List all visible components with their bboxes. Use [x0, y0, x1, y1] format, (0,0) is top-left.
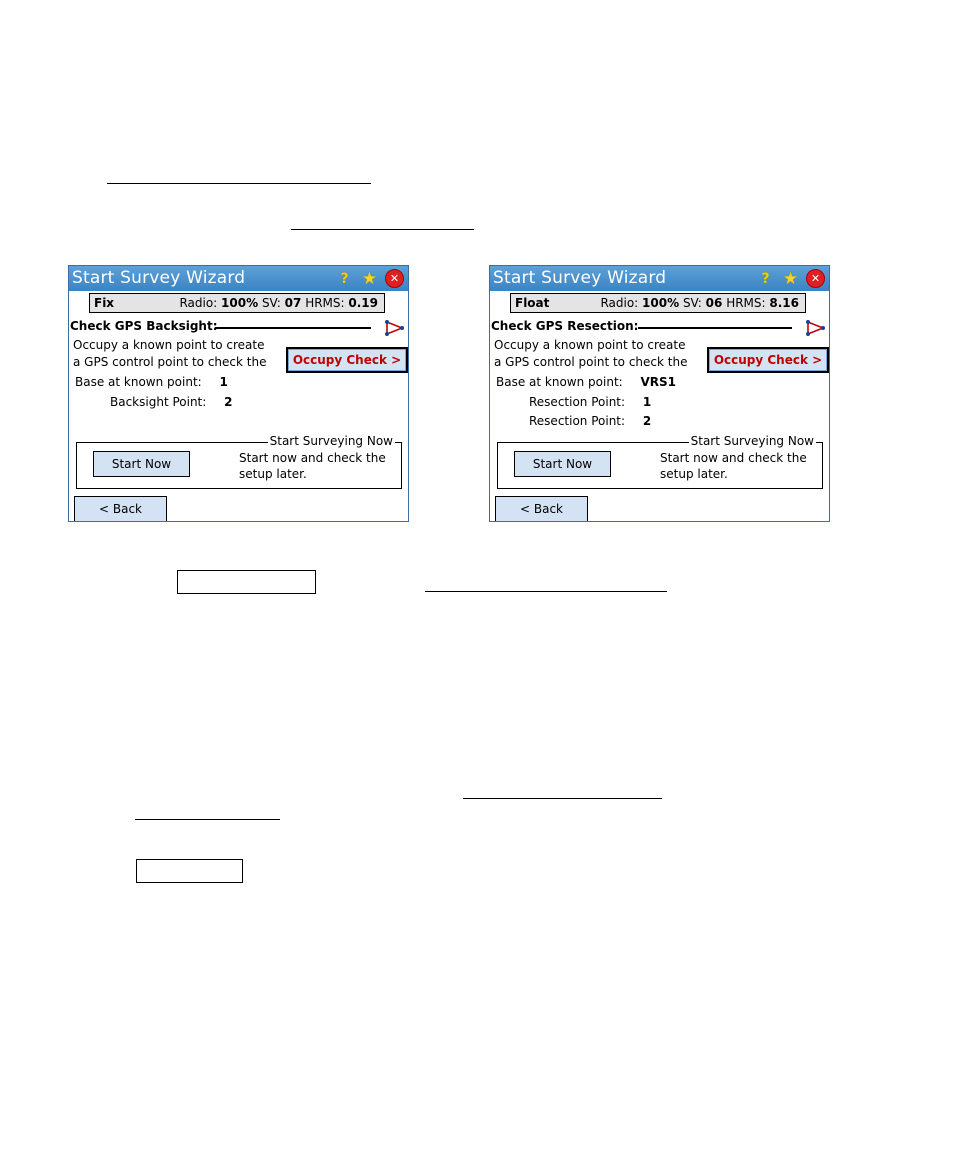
survey-icon [806, 320, 826, 336]
group-description: Start now and check the setup later. [660, 451, 807, 481]
redacted-box [177, 570, 316, 594]
title-bar: Start Survey Wizard ? ★ ✕ [490, 266, 829, 291]
redacted-line [291, 229, 474, 230]
back-button[interactable]: < Back [74, 496, 167, 521]
status-values: Radio: 100% SV: 06 HRMS: 8.16 [600, 296, 799, 310]
title-bar: Start Survey Wizard ? ★ ✕ [69, 266, 408, 291]
section-heading: Check GPS Backsight: [70, 319, 218, 333]
star-icon[interactable]: ★ [360, 269, 379, 289]
fix-status: Float [515, 296, 550, 310]
redacted-line [135, 819, 280, 820]
group-title: Start Surveying Now [267, 434, 395, 448]
redacted-line [463, 798, 662, 799]
start-survey-wizard-resection: Start Survey Wizard ? ★ ✕ Float Radio: 1… [489, 265, 830, 522]
close-icon[interactable]: ✕ [806, 269, 825, 288]
occupy-check-button[interactable]: Occupy Check > [707, 347, 829, 373]
resection-point-row: Resection Point: 1 [529, 395, 652, 409]
section-divider [215, 327, 371, 329]
section-heading: Check GPS Resection: [491, 319, 639, 333]
instructions-text: Occupy a known point to create a GPS con… [494, 338, 688, 369]
help-icon[interactable]: ? [335, 269, 354, 288]
star-icon[interactable]: ★ [781, 269, 800, 289]
gps-status-bar[interactable]: Fix Radio: 100% SV: 07 HRMS: 0.19 [89, 293, 385, 313]
status-values: Radio: 100% SV: 07 HRMS: 0.19 [179, 296, 378, 310]
start-survey-wizard-backsight: Start Survey Wizard ? ★ ✕ Fix Radio: 100… [68, 265, 409, 522]
backsight-point-row: Backsight Point: 2 [110, 395, 233, 409]
group-description: Start now and check the setup later. [239, 451, 386, 481]
gps-status-bar[interactable]: Float Radio: 100% SV: 06 HRMS: 8.16 [510, 293, 806, 313]
window-title: Start Survey Wizard [72, 268, 246, 288]
close-icon[interactable]: ✕ [385, 269, 404, 288]
redacted-box [136, 859, 243, 883]
survey-icon [385, 320, 405, 336]
window-title: Start Survey Wizard [493, 268, 667, 288]
occupy-check-button[interactable]: Occupy Check > [286, 347, 408, 373]
resection-point-row: Resection Point: 2 [529, 414, 652, 428]
group-title: Start Surveying Now [688, 434, 816, 448]
help-icon[interactable]: ? [756, 269, 775, 288]
instructions-text: Occupy a known point to create a GPS con… [73, 338, 267, 369]
start-now-button[interactable]: Start Now [514, 451, 611, 477]
base-known-point-row: Base at known point: VRS1 [496, 375, 677, 389]
back-button[interactable]: < Back [495, 496, 588, 521]
start-now-button[interactable]: Start Now [93, 451, 190, 477]
redacted-line [107, 183, 371, 184]
redacted-line [425, 591, 667, 592]
fix-status: Fix [94, 296, 115, 310]
base-known-point-row: Base at known point: 1 [75, 375, 228, 389]
section-divider [638, 327, 792, 329]
